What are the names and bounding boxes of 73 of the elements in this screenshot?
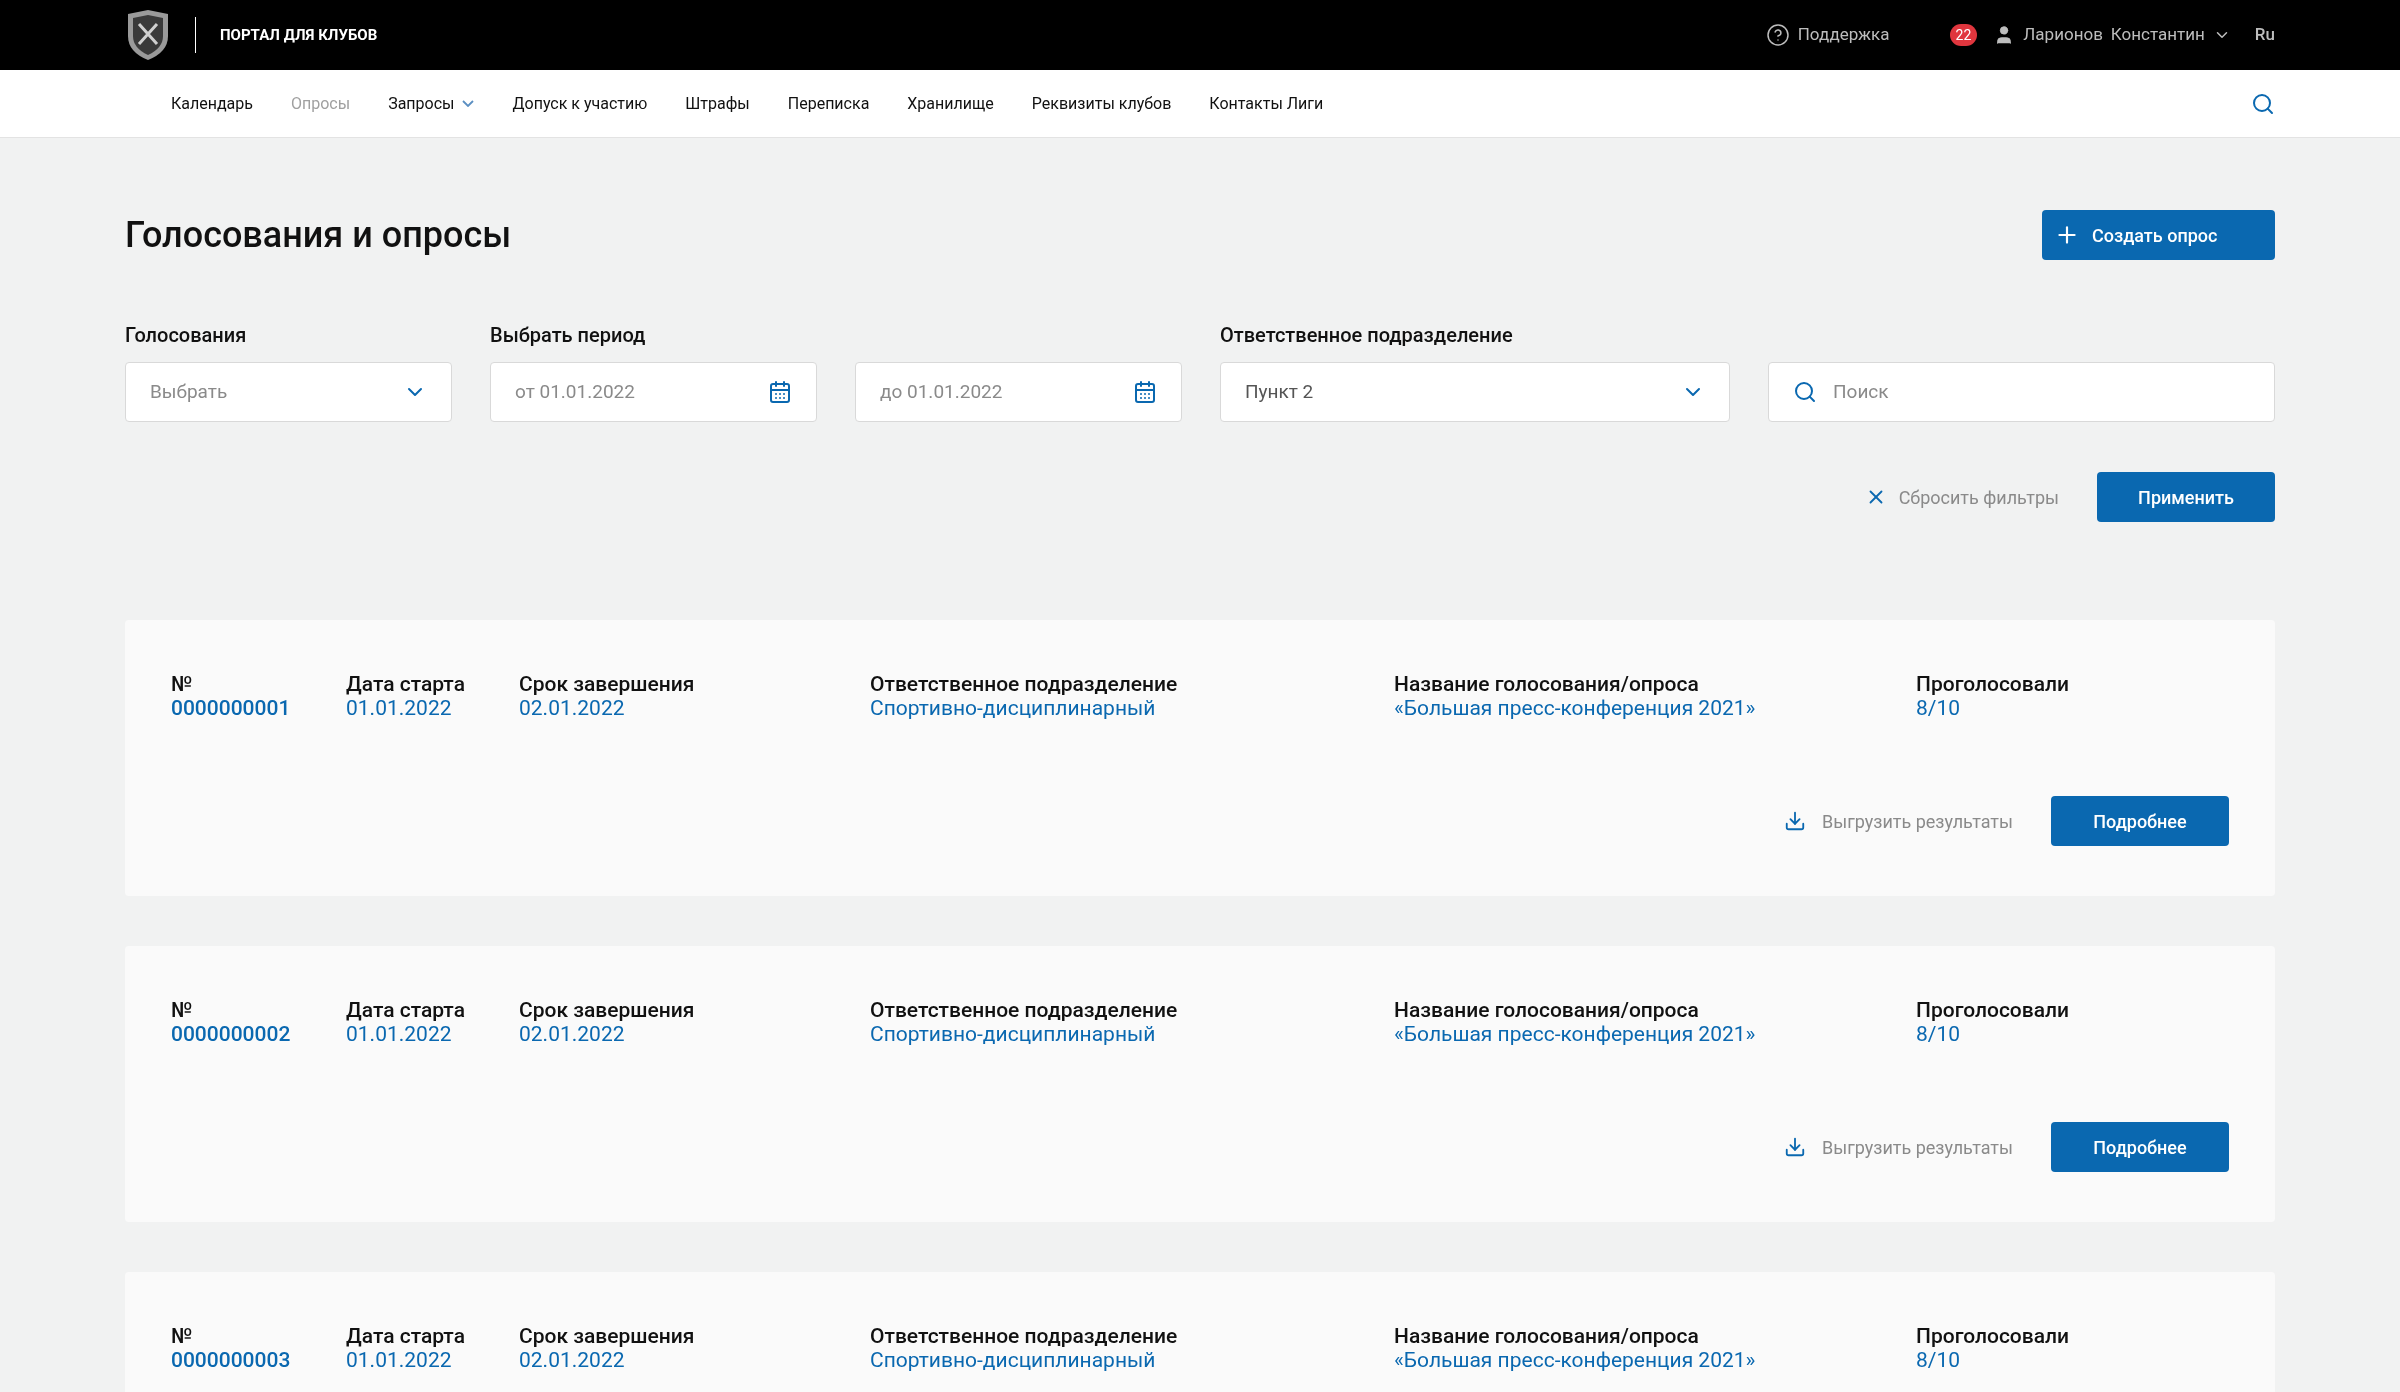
date-from-field[interactable]: от 01.01.2022 [490, 362, 817, 422]
calendar-icon [1133, 380, 1157, 404]
column-value: 8/10 [1916, 1348, 1962, 1372]
column-label: Срок завершения [519, 998, 696, 1022]
column-label: Ответственное подразделение [870, 1324, 1179, 1348]
column-value: «Большая пресс-конференция 2021» [1394, 696, 1757, 720]
column-label: Дата старта [346, 1324, 466, 1348]
column-label: Название голосования/опроса [1394, 998, 1700, 1022]
column-label: Проголосовали [1916, 672, 2071, 696]
column-label: № [171, 998, 194, 1022]
filter-label: Ответственное подразделение [1220, 322, 1514, 349]
column-label: Проголосовали [1916, 998, 2071, 1022]
filter-label: Выбрать период [490, 322, 647, 349]
user-menu[interactable]: Ларионов Константин [1993, 22, 2231, 48]
column-value: «Большая пресс-конференция 2021» [1394, 1022, 1757, 1046]
nav-item[interactable]: Реквизиты клубов [1031, 91, 1172, 116]
nav-item[interactable]: Запросы [388, 91, 475, 116]
nav-item[interactable]: Штрафы [685, 91, 750, 116]
column-label: Дата старта [346, 998, 466, 1022]
column-value: 01.01.2022 [346, 1022, 453, 1046]
column-value: Спортивно-дисциплинарный [870, 696, 1157, 720]
date-to-field[interactable]: до 01.01.2022 [855, 362, 1182, 422]
calendar-icon [768, 380, 792, 404]
column-value[interactable]: 0000000002 [171, 1022, 346, 1046]
export-results-button[interactable]: Выгрузить результаты [1784, 1133, 2013, 1161]
column-label: № [171, 1324, 194, 1348]
column-label: Название голосования/опроса [1394, 672, 1700, 696]
column-value: 01.01.2022 [346, 1348, 453, 1372]
shield-logo-icon[interactable] [125, 10, 171, 60]
column-value: 02.01.2022 [519, 1022, 626, 1046]
reset-filters-button[interactable]: Сбросить фильтры [1864, 483, 2059, 511]
page-title: Голосования и опросы [125, 213, 512, 258]
nav-item[interactable]: Хранилище [907, 91, 994, 116]
notification-badge[interactable]: 22 [1949, 24, 1978, 46]
column-value: 8/10 [1916, 696, 1962, 720]
column-value: Спортивно-дисциплинарный [870, 1348, 1157, 1372]
column-value: 02.01.2022 [519, 1348, 626, 1372]
nav-item[interactable]: Допуск к участию [512, 91, 648, 116]
column-label: № [171, 672, 194, 696]
details-button[interactable]: Подробнее [2051, 796, 2229, 846]
language-link[interactable]: Ru [2254, 22, 2275, 48]
column-label: Ответственное подразделение [870, 672, 1179, 696]
details-button[interactable]: Подробнее [2051, 1122, 2229, 1172]
search-icon[interactable] [2251, 91, 2275, 116]
nav-item[interactable]: Календарь [171, 91, 253, 116]
support-link[interactable]: Поддержка [1765, 22, 1890, 48]
column-value: 01.01.2022 [346, 696, 453, 720]
nav-item[interactable]: Переписка [787, 91, 870, 116]
apply-button[interactable]: Применить [2097, 472, 2275, 522]
column-value: 02.01.2022 [519, 696, 626, 720]
help-icon [1765, 23, 1790, 47]
column-value: Спортивно-дисциплинарный [870, 1022, 1157, 1046]
column-label: Срок завершения [519, 672, 696, 696]
column-label: Дата старта [346, 672, 466, 696]
column-label: Ответственное подразделение [870, 998, 1179, 1022]
column-value: 8/10 [1916, 1022, 1962, 1046]
department-select[interactable]: Пункт 2 [1220, 362, 1730, 422]
portal-title: ПОРТАЛ ДЛЯ КЛУБОВ [220, 24, 378, 46]
nav-item[interactable]: Контакты Лиги [1209, 91, 1324, 116]
column-value[interactable]: 0000000003 [171, 1348, 346, 1372]
export-results-button[interactable]: Выгрузить результаты [1784, 807, 2013, 835]
filter-label: Голосования [125, 322, 248, 349]
search-field[interactable]: Поиск [1768, 362, 2275, 422]
create-poll-button[interactable]: Создать опрос [2042, 210, 2275, 260]
column-value[interactable]: 0000000001 [171, 696, 346, 720]
column-value: «Большая пресс-конференция 2021» [1394, 1348, 1757, 1372]
download-icon [1784, 810, 1806, 832]
column-label: Проголосовали [1916, 1324, 2071, 1348]
column-label: Срок завершения [519, 1324, 696, 1348]
votes-select[interactable]: Выбрать [125, 362, 452, 422]
download-icon [1784, 1136, 1806, 1158]
column-label: Название голосования/опроса [1394, 1324, 1700, 1348]
search-icon [1793, 380, 1817, 404]
